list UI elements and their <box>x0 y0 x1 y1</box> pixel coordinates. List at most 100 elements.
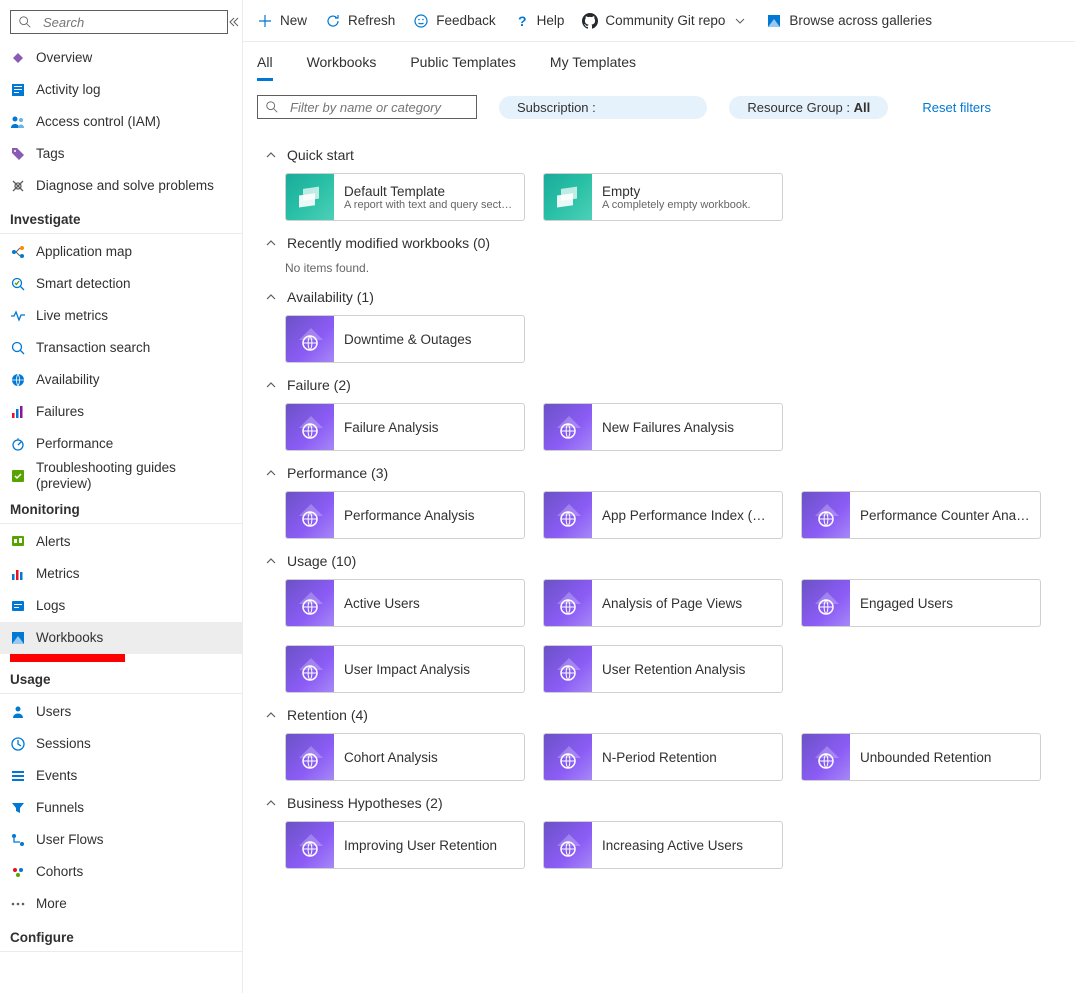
tabs: All Workbooks Public Templates My Templa… <box>243 42 1075 81</box>
group-header[interactable]: Retention (4) <box>257 693 1061 733</box>
workbook-card[interactable]: User Impact Analysis <box>285 645 525 693</box>
group-header[interactable]: Failure (2) <box>257 363 1061 403</box>
subscription-filter[interactable]: Subscription : <box>499 96 707 119</box>
tab-my-templates[interactable]: My Templates <box>550 54 636 81</box>
feedback-button[interactable]: Feedback <box>413 13 495 29</box>
chevron-up-icon <box>265 379 277 391</box>
chevron-up-icon <box>265 797 277 809</box>
nav-events[interactable]: Events <box>0 760 242 792</box>
workbook-card[interactable]: App Performance Index (A... <box>543 491 783 539</box>
nav-user-flows[interactable]: User Flows <box>0 824 242 856</box>
workbook-card[interactable]: N-Period Retention <box>543 733 783 781</box>
card-tile-icon <box>286 646 334 692</box>
cohorts-icon <box>10 864 26 880</box>
workbook-card[interactable]: Increasing Active Users <box>543 821 783 869</box>
workbook-card[interactable]: User Retention Analysis <box>543 645 783 693</box>
group-header[interactable]: Usage (10) <box>257 539 1061 579</box>
nav-access-control[interactable]: Access control (IAM) <box>0 106 242 138</box>
smile-icon <box>413 13 429 29</box>
tab-public-templates[interactable]: Public Templates <box>410 54 516 81</box>
nav-label: Overview <box>36 50 92 66</box>
refresh-button[interactable]: Refresh <box>325 13 395 29</box>
new-button[interactable]: New <box>257 13 307 29</box>
search-input[interactable] <box>43 15 221 30</box>
group-title: Usage (10) <box>287 553 356 569</box>
card-tile-icon <box>544 404 592 450</box>
nav-activity-log[interactable]: Activity log <box>0 74 242 106</box>
toolbar: New Refresh Feedback ? Help Community Gi… <box>243 0 1075 42</box>
card-tile-icon <box>802 734 850 780</box>
nav-funnels[interactable]: Funnels <box>0 792 242 824</box>
workbook-card[interactable]: New Failures Analysis <box>543 403 783 451</box>
help-button[interactable]: ? Help <box>514 13 565 29</box>
nav-users[interactable]: Users <box>0 696 242 728</box>
card-row: Performance Analysis App Performance Inde… <box>257 491 1061 539</box>
tab-workbooks[interactable]: Workbooks <box>307 54 377 81</box>
card-tile-icon <box>544 492 592 538</box>
collapse-sidebar[interactable] <box>228 16 240 28</box>
tags-icon <box>10 146 26 162</box>
nav-more[interactable]: More <box>0 888 242 920</box>
group-header[interactable]: Availability (1) <box>257 275 1061 315</box>
nav-label: Live metrics <box>36 308 108 324</box>
refresh-icon <box>325 13 341 29</box>
workbook-card[interactable]: Active Users <box>285 579 525 627</box>
diagnose-icon <box>10 178 26 194</box>
svg-text:?: ? <box>518 13 527 29</box>
group-header[interactable]: Recently modified workbooks (0) <box>257 221 1061 261</box>
filter-text-input[interactable] <box>290 100 470 115</box>
card-tile-icon <box>286 174 334 220</box>
card-title: Improving User Retention <box>344 838 514 853</box>
nav-workbooks[interactable]: Workbooks <box>0 622 242 654</box>
group-header[interactable]: Performance (3) <box>257 451 1061 491</box>
nav-label: Troubleshooting guides (preview) <box>36 460 232 492</box>
workbook-card[interactable]: EmptyA completely empty workbook. <box>543 173 783 221</box>
nav-cohorts[interactable]: Cohorts <box>0 856 242 888</box>
nav-performance[interactable]: Performance <box>0 428 242 460</box>
nav-failures[interactable]: Failures <box>0 396 242 428</box>
nav-app-map[interactable]: Application map <box>0 236 242 268</box>
workbook-card[interactable]: Failure Analysis <box>285 403 525 451</box>
workbook-card[interactable]: Cohort Analysis <box>285 733 525 781</box>
tab-all[interactable]: All <box>257 54 273 81</box>
workbook-card[interactable]: Engaged Users <box>801 579 1041 627</box>
nav-troubleshooting[interactable]: Troubleshooting guides (preview) <box>0 460 242 492</box>
resource-group-filter[interactable]: Resource Group : All <box>729 96 888 119</box>
access-control-icon <box>10 114 26 130</box>
nav-transaction-search[interactable]: Transaction search <box>0 332 242 364</box>
card-subtitle: A completely empty workbook. <box>602 199 772 211</box>
workbook-card[interactable]: Improving User Retention <box>285 821 525 869</box>
workbook-card[interactable]: Downtime & Outages <box>285 315 525 363</box>
nav-metrics[interactable]: Metrics <box>0 558 242 590</box>
nav-overview[interactable]: Overview <box>0 42 242 74</box>
nav-label: Smart detection <box>36 276 131 292</box>
nav-alerts[interactable]: Alerts <box>0 526 242 558</box>
sidebar-search[interactable] <box>10 10 228 34</box>
git-repo-button[interactable]: Community Git repo <box>582 13 748 29</box>
card-tile-icon <box>544 174 592 220</box>
workbook-card[interactable]: Performance Analysis <box>285 491 525 539</box>
reset-filters[interactable]: Reset filters <box>922 100 991 115</box>
filter-input[interactable] <box>257 95 477 119</box>
workbook-card[interactable]: Performance Counter Anal... <box>801 491 1041 539</box>
nav-diagnose[interactable]: Diagnose and solve problems <box>0 170 242 202</box>
nav-tags[interactable]: Tags <box>0 138 242 170</box>
filter-row: Subscription : Resource Group : All Rese… <box>243 81 1075 123</box>
group-header[interactable]: Quick start <box>257 133 1061 173</box>
nav-live-metrics[interactable]: Live metrics <box>0 300 242 332</box>
browse-button[interactable]: Browse across galleries <box>766 13 932 29</box>
group-header[interactable]: Business Hypotheses (2) <box>257 781 1061 821</box>
user-flows-icon <box>10 832 26 848</box>
workbook-card[interactable]: Default TemplateA report with text and q… <box>285 173 525 221</box>
card-title: Unbounded Retention <box>860 750 1030 765</box>
nav-label: Events <box>36 768 77 784</box>
workbook-card[interactable]: Analysis of Page Views <box>543 579 783 627</box>
logs-icon <box>10 598 26 614</box>
users-icon <box>10 704 26 720</box>
nav-smart-detection[interactable]: Smart detection <box>0 268 242 300</box>
nav-sessions[interactable]: Sessions <box>0 728 242 760</box>
nav-label: Access control (IAM) <box>36 114 161 130</box>
nav-logs[interactable]: Logs <box>0 590 242 622</box>
workbook-card[interactable]: Unbounded Retention <box>801 733 1041 781</box>
nav-availability[interactable]: Availability <box>0 364 242 396</box>
